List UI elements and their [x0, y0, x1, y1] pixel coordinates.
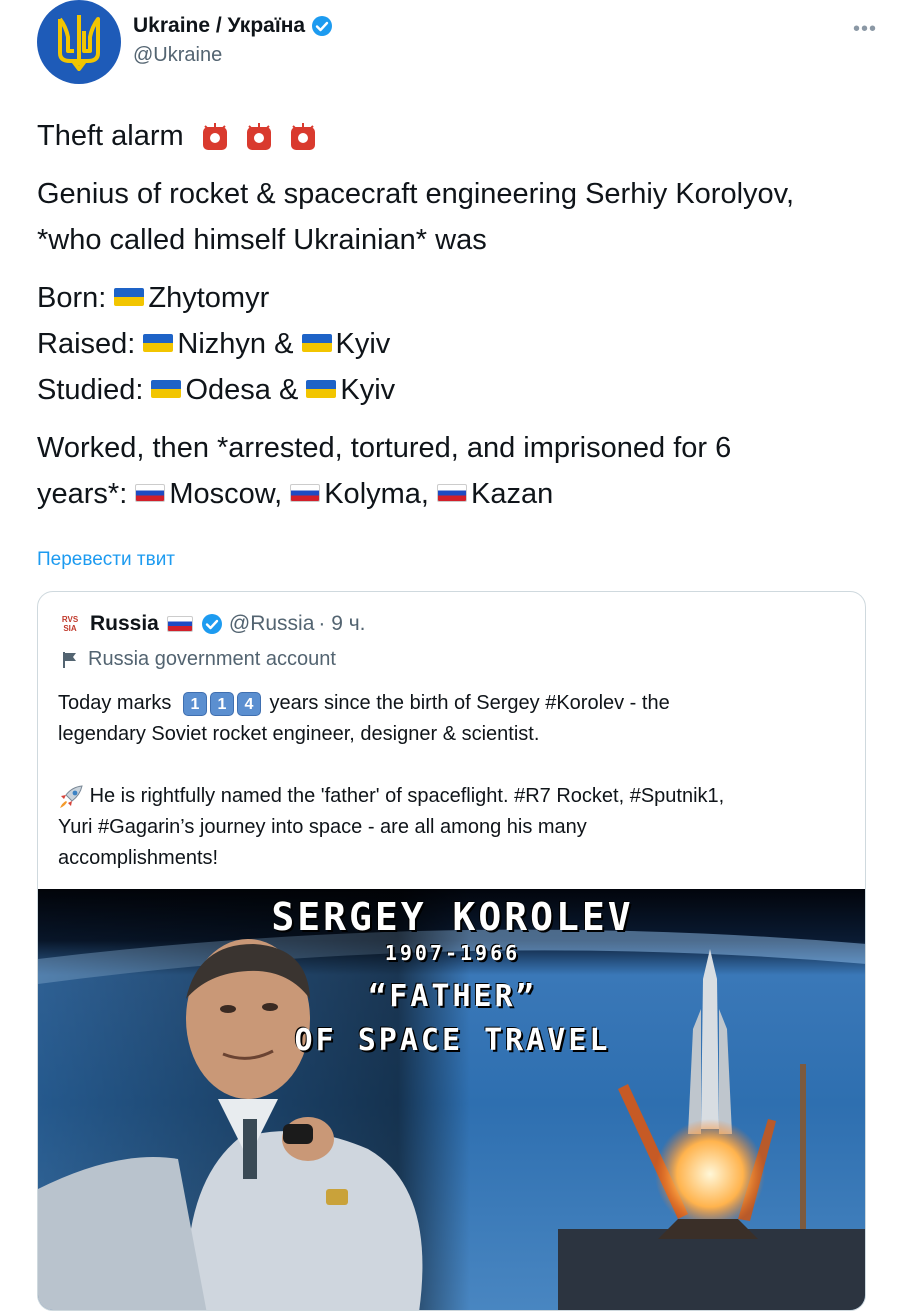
image-subtitle-2: OF SPACE TRAVEL	[294, 1023, 611, 1058]
image-years: 1907-1966	[384, 941, 521, 965]
image-title: SERGEY KOROLEV	[271, 895, 634, 939]
tweet-line: Theft alarm	[37, 120, 184, 152]
rocket-icon	[60, 785, 83, 808]
tweet-line: Genius of rocket & spacecraft engineerin…	[37, 178, 795, 210]
tweet-line: years*:	[37, 478, 128, 510]
quote-display-name[interactable]: Russia	[90, 612, 159, 636]
quoted-tweet[interactable]: RVS SIA Russia @Russia · 9 ч. Russia gove…	[37, 591, 866, 1311]
keycap-digit: 4	[236, 691, 261, 716]
flag-ru-icon	[135, 484, 166, 503]
city: Kyiv	[335, 328, 391, 360]
flag-ua-icon	[306, 380, 337, 399]
city: Moscow,	[169, 478, 283, 510]
flag-ua-icon	[143, 334, 174, 353]
keycap-digit: 1	[182, 691, 207, 716]
flag-ua-icon	[114, 288, 145, 307]
display-name[interactable]: Ukraine / Україна	[133, 14, 305, 38]
quote-line: Yuri #Gagarin’s journey into space - are…	[58, 816, 587, 838]
government-flag-icon	[63, 651, 76, 668]
verified-badge-icon	[201, 614, 222, 634]
translate-tweet-link[interactable]: Перевести твит	[37, 549, 175, 571]
handle[interactable]: @Ukraine	[133, 44, 333, 67]
siren-icon	[290, 123, 315, 151]
quote-line: accomplishments!	[58, 847, 219, 869]
tweet-text: Theft alarm Genius of rocket & spacecraf…	[37, 113, 867, 517]
siren-icon	[202, 123, 227, 151]
russia-logo-icon: RVS SIA	[61, 615, 79, 633]
siren-icon	[246, 123, 271, 151]
keycap-digit: 1	[209, 691, 234, 716]
flag-ua-icon	[151, 380, 182, 399]
city: Kazan	[471, 478, 554, 510]
city: Nizhyn &	[177, 328, 294, 360]
tweet-header: Ukraine / Україна @Ukraine •••	[37, 0, 877, 95]
verified-badge-icon	[312, 16, 333, 36]
government-label-text: Russia government account	[88, 648, 336, 670]
city: Zhytomyr	[148, 282, 270, 314]
quote-line: legendary Soviet rocket engineer, design…	[58, 723, 540, 745]
city: Kyiv	[340, 374, 396, 406]
flag-ru-icon	[290, 484, 321, 503]
quote-time[interactable]: · 9 ч.	[318, 612, 365, 636]
label-born: Born:	[37, 282, 107, 314]
government-label[interactable]: Russia government account	[62, 648, 336, 671]
label-raised: Raised:	[37, 328, 136, 360]
tweet-line: *who called himself Ukrainian* was	[37, 224, 487, 256]
avatar[interactable]	[37, 0, 121, 84]
tweet-line: Worked, then *arrested, tortured, and im…	[37, 432, 732, 464]
trident-icon	[58, 15, 100, 71]
quote-media-image[interactable]: SERGEY KOROLEV 1907-1966 “FATHER” OF SPA…	[38, 889, 865, 1310]
quote-handle[interactable]: @Russia	[229, 612, 315, 636]
city: Odesa &	[185, 374, 299, 406]
quote-line: years since the birth of Sergey #Korolev…	[269, 692, 670, 714]
city: Kolyma,	[324, 478, 429, 510]
flag-ru-icon	[166, 616, 193, 632]
flag-ua-icon	[301, 334, 332, 353]
image-subtitle-1: “FATHER”	[368, 979, 537, 1014]
label-studied: Studied:	[37, 374, 144, 406]
flag-ru-icon	[437, 484, 468, 503]
quote-text: Today marks 114 years since the birth of…	[58, 688, 848, 874]
quote-line: He is rightfully named the 'father' of s…	[89, 785, 725, 807]
quote-line: Today marks	[58, 692, 172, 714]
more-options-button[interactable]: •••	[853, 18, 877, 41]
